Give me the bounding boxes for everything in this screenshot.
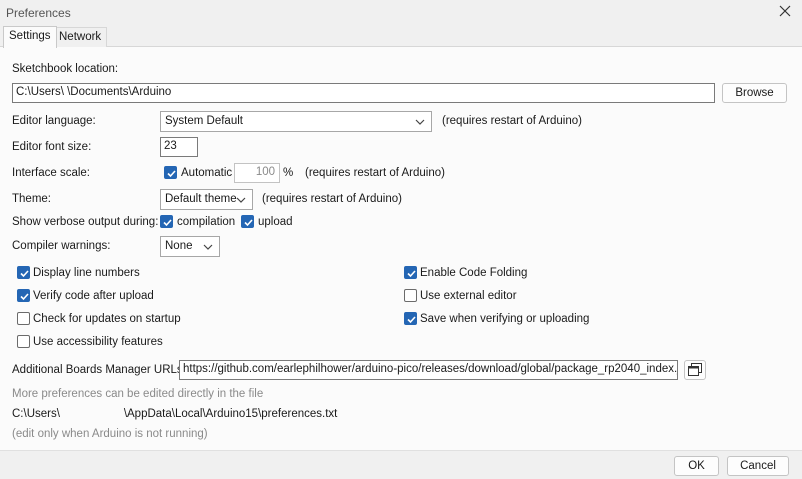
chevron-down-icon [203, 244, 213, 250]
theme-value: Default theme [165, 193, 237, 205]
verify-after-upload-label: Verify code after upload [33, 290, 154, 302]
code-folding-label: Enable Code Folding [420, 267, 528, 279]
cancel-button[interactable]: Cancel [727, 456, 789, 476]
boards-url-input[interactable]: https://github.com/earlephilhower/arduin… [179, 360, 678, 380]
theme-restart-note: (requires restart of Arduino) [262, 193, 402, 205]
chevron-down-icon [236, 197, 246, 203]
sketchbook-label: Sketchbook location: [12, 63, 119, 75]
compilation-checkbox[interactable] [160, 215, 173, 228]
tab-bar: Settings Network [0, 26, 802, 48]
font-size-input[interactable]: 23 [160, 137, 198, 157]
scale-spinner[interactable]: 100 [234, 163, 280, 183]
theme-select[interactable]: Default theme [160, 189, 253, 210]
check-icon [167, 170, 176, 178]
upload-checkbox[interactable] [241, 215, 254, 228]
verbose-label: Show verbose output during: [12, 216, 159, 228]
external-editor-label: Use external editor [420, 290, 517, 302]
compiler-warnings-select[interactable]: None [160, 236, 220, 257]
font-size-label: Editor font size: [12, 141, 92, 153]
accessibility-label: Use accessibility features [33, 336, 163, 348]
editor-language-label: Editor language: [12, 115, 96, 127]
check-icon [20, 293, 29, 301]
interface-scale-label: Interface scale: [12, 167, 90, 179]
verify-after-upload-checkbox[interactable] [17, 289, 30, 302]
editor-language-value: System Default [165, 115, 243, 127]
ok-button[interactable]: OK [674, 456, 719, 476]
check-icon [163, 219, 172, 227]
check-updates-label: Check for updates on startup [33, 313, 181, 325]
external-editor-checkbox[interactable] [404, 289, 417, 302]
compiler-warnings-value: None [165, 240, 193, 252]
editor-language-select[interactable]: System Default [160, 111, 432, 132]
upload-label: upload [258, 216, 293, 228]
theme-label: Theme: [12, 193, 51, 205]
more-preferences-note: More preferences can be edited directly … [12, 388, 264, 400]
compiler-warnings-label: Compiler warnings: [12, 240, 111, 252]
compilation-label: compilation [177, 216, 236, 228]
percent-label: % [283, 167, 294, 179]
tab-settings[interactable]: Settings [3, 26, 57, 48]
browse-button[interactable]: Browse [722, 83, 787, 103]
automatic-checkbox[interactable] [164, 166, 177, 179]
preferences-file-path: C:\Users\ \AppData\Local\Arduino15\prefe… [12, 408, 338, 420]
edit-note: (edit only when Arduino is not running) [12, 428, 208, 440]
check-icon [407, 316, 416, 324]
display-line-numbers-checkbox[interactable] [17, 266, 30, 279]
tab-network[interactable]: Network [53, 27, 108, 48]
accessibility-checkbox[interactable] [17, 335, 30, 348]
window-icon [688, 363, 702, 376]
save-when-verifying-label: Save when verifying or uploading [420, 313, 590, 325]
scale-restart-note: (requires restart of Arduino) [305, 167, 445, 179]
close-icon[interactable] [778, 4, 792, 18]
automatic-label: Automatic [181, 167, 233, 179]
sketchbook-path-input[interactable]: C:\Users\ \Documents\Arduino [12, 83, 715, 103]
window-title: Preferences [6, 6, 71, 20]
boards-url-edit-button[interactable] [684, 360, 706, 380]
language-restart-note: (requires restart of Arduino) [442, 115, 582, 127]
chevron-down-icon [415, 119, 425, 125]
check-icon [407, 270, 416, 278]
save-when-verifying-checkbox[interactable] [404, 312, 417, 325]
check-icon [20, 270, 29, 278]
code-folding-checkbox[interactable] [404, 266, 417, 279]
display-line-numbers-label: Display line numbers [33, 267, 140, 279]
check-icon [244, 219, 253, 227]
check-updates-checkbox[interactable] [17, 312, 30, 325]
boards-url-label: Additional Boards Manager URLs: [12, 364, 186, 376]
